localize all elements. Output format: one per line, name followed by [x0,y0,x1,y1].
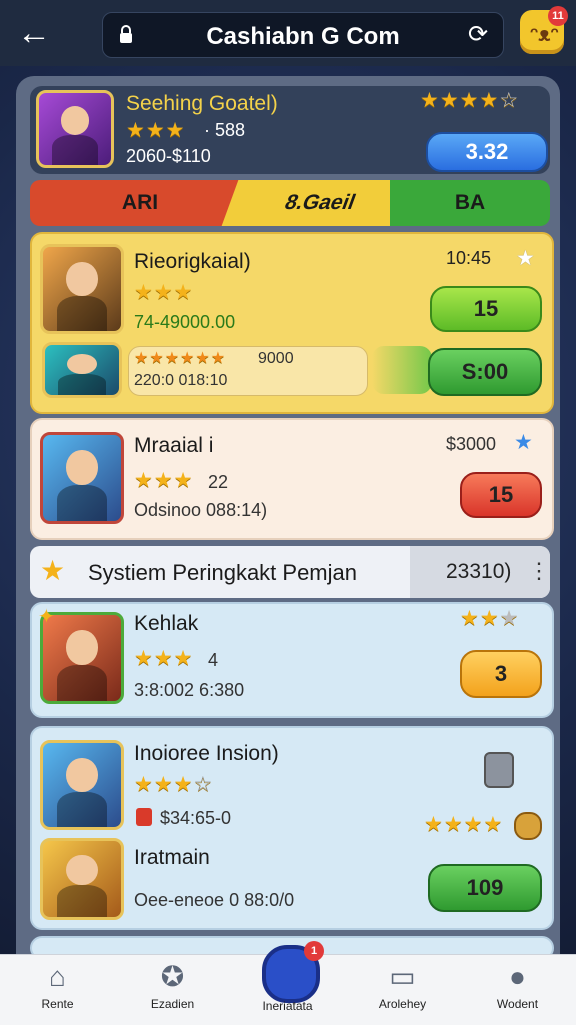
section-title: Systiem Peringkakt Pemjan [88,560,357,585]
nav-center-badge: 1 [304,941,324,961]
player-card-1-name: Rieorigkaial) [134,250,251,273]
player-card-3-subtitle: 3:8:002 6:380 [134,680,245,700]
player-card-1-button[interactable]: 15 [430,286,542,332]
player-card-5-avatar [40,838,124,920]
player-card-2-name: Mraaial i [134,434,214,457]
player-card-4-coin-icon [514,812,542,840]
player-card-2-button[interactable]: 15 [460,472,542,518]
nav-ranking[interactable]: ✪ Ezadien [115,955,230,1025]
back-arrow-icon[interactable]: ← [14,14,54,54]
player-card-2-subtitle: Odsinoo 088:14) [134,500,268,520]
player-card-5-button[interactable]: 109 [428,864,542,912]
player-card-4-rank-stars: ★★★★ [424,813,504,836]
top-card-button[interactable]: 3.32 [426,132,548,172]
profile-emoji-icon[interactable]: ᵔᴥᵔ 11 [520,6,568,54]
player-card-4-stars: ★★★☆ [134,773,214,796]
player-card-5-name: Iratmain [134,846,210,869]
bottom-nav: ⌂ Rente ✪ Ezadien 1 Ineriatata ▭ Arolehe… [0,941,576,1025]
player-card-1-score-star: ★ [516,247,536,270]
top-card-stars: ★★★ [126,119,186,142]
player-card-1b-stars: ★★★★★★ [134,350,227,367]
player-card-1b-button[interactable]: S:00 [428,348,542,396]
player-card-3-badge-icon: ✦ [38,606,55,628]
top-card-name: Seehing Goatel) [126,92,278,115]
player-card-3-rating: 4 [208,650,219,670]
player-card-4-avatar [40,740,124,830]
section-right-text: 23310) [446,560,512,583]
player-card-3-button[interactable]: 3 [460,650,542,698]
top-card-price: 2060-$110 [126,146,211,166]
tier-right: BA [390,180,550,226]
section-header: ★ Systiem Peringkakt Pemjan 23310) ⋮ [30,546,550,598]
player-card-2-score-star: ★ [514,431,534,454]
nav-profile[interactable]: ● Wodent [460,955,575,1025]
top-card-avatar [36,90,114,168]
notification-badge: 11 [548,6,568,26]
player-card-3-rank-stars: ★★★ [460,607,520,630]
profile-icon: ● [509,961,526,992]
nav-home[interactable]: ⌂ Rente [0,955,115,1025]
tier-middle: 8.Gaeil [221,180,419,226]
player-card-1-score: 10:45 [446,248,492,268]
top-card-rating: · 588 [204,120,246,140]
player-card-2-rating: 22 [208,472,229,492]
more-icon[interactable]: ⋮ [528,558,550,584]
tier-left: ARI [30,180,250,226]
player-card-2-stars: ★★★ [134,469,194,492]
title-bar[interactable]: Cashiabn G Com ⟳ [102,12,504,58]
refresh-icon[interactable]: ⟳ [465,22,491,48]
player-card-1b-value: 9000 [258,350,294,367]
nav-chat[interactable]: ▭ Arolehey [345,955,460,1025]
player-card-1-date: 74-49000.00 [134,312,236,332]
player-card-5-subtitle: Oee-eneoe 0 88:0/0 [134,890,295,910]
player-card-1b-avatar [42,342,122,398]
top-card-rank-stars: ★★★★☆ [420,89,520,112]
center-icon: 1 [262,941,324,1003]
player-card-1b-strip [372,346,432,394]
top-bar: ← Cashiabn G Com ⟳ ᵔᴥᵔ 11 [0,0,576,66]
player-card-4-name: Inoioree Insion) [134,742,279,765]
section-star-icon: ★ [40,555,66,586]
player-card-4-tag-icon [136,808,152,826]
player-card-1-stars: ★★★ [134,281,194,304]
tier-ribbon: ARI 8.Gaeil BA [30,180,550,226]
player-card-4-subtitle: $34:65-0 [160,808,232,828]
player-card-3-stars: ★★★ [134,647,194,670]
player-card-2-score: $3000 [446,434,497,454]
player-card-2-avatar [40,432,124,524]
player-card-3-name: Kehlak [134,612,199,635]
player-card-1b-date: 220:0 018:10 [134,372,228,389]
home-icon: ⌂ [49,961,66,992]
nav-center[interactable]: 1 Ineriatata [230,941,345,1025]
page-title: Cashiabn G Com [206,23,400,50]
chart-icon: ✪ [160,961,185,992]
player-card-4-lock-icon[interactable] [484,752,514,788]
chat-icon: ▭ [389,961,416,992]
player-card-1-avatar [40,244,124,334]
